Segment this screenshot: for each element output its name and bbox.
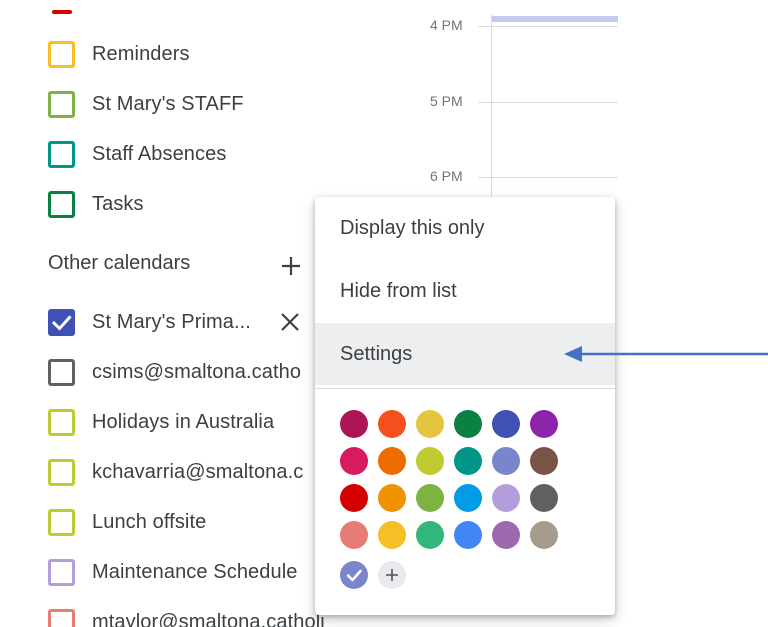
time-label-4pm: 4 PM	[430, 17, 463, 33]
color-swatch-sage[interactable]	[416, 521, 444, 549]
calendar-sidebar-screen: Reminders St Mary's STAFF Staff Absences…	[0, 0, 768, 627]
color-swatch-selected[interactable]	[340, 561, 368, 589]
color-swatch-banana[interactable]	[378, 521, 406, 549]
calendar-checkbox[interactable]	[48, 358, 75, 386]
calendar-label: Maintenance Schedule	[92, 560, 298, 583]
menu-item-hide-from-list[interactable]: Hide from list	[315, 260, 615, 322]
hour-gridline	[478, 26, 618, 27]
calendar-checkbox[interactable]	[48, 90, 75, 118]
color-swatch-eucalyptus[interactable]	[454, 447, 482, 475]
hour-gridline	[478, 177, 618, 178]
calendar-item-csims[interactable]: csims@smaltona.catho	[48, 355, 301, 389]
checkmark-icon	[346, 569, 362, 582]
calendar-label: Reminders	[92, 42, 190, 65]
calendar-label: csims@smaltona.catho	[92, 360, 302, 383]
color-swatch-cobalt[interactable]	[454, 521, 482, 549]
calendar-checkbox[interactable]	[48, 458, 75, 486]
calendar-options-menu: Display this only Hide from list Setting…	[315, 197, 615, 615]
color-swatch-basil[interactable]	[454, 410, 482, 438]
calendar-label: Holidays in Australia	[92, 410, 275, 433]
color-swatch-radicchio[interactable]	[340, 410, 368, 438]
color-swatch-citron[interactable]	[416, 410, 444, 438]
plus-icon	[282, 257, 300, 275]
calendar-label: Tasks	[92, 192, 144, 215]
color-swatch-lavender[interactable]	[492, 447, 520, 475]
calendar-label: kchavarria@smaltona.c	[92, 460, 304, 483]
other-calendars-title: Other calendars	[48, 252, 191, 274]
add-other-calendar-button[interactable]	[278, 252, 304, 280]
close-icon	[281, 313, 299, 331]
color-swatch-birch[interactable]	[530, 521, 558, 549]
calendar-item-maintenance-schedule[interactable]: Maintenance Schedule	[48, 555, 297, 589]
calendar-label: St Mary's Prima...	[92, 310, 251, 333]
calendar-checkbox[interactable]	[48, 40, 75, 68]
color-swatch-avocado[interactable]	[416, 447, 444, 475]
calendar-item-kchavarria[interactable]: kchavarria@smaltona.c	[48, 455, 303, 489]
calendar-item-holidays-in-australia[interactable]: Holidays in Australia	[48, 405, 274, 439]
plus-icon	[386, 569, 398, 581]
calendar-item-tasks[interactable]: Tasks	[48, 187, 144, 221]
color-swatch-wisteria[interactable]	[492, 484, 520, 512]
color-swatch-cocoa[interactable]	[530, 447, 558, 475]
color-swatch-pistachio[interactable]	[416, 484, 444, 512]
calendar-checkbox[interactable]	[48, 190, 75, 218]
annotation-arrow	[564, 346, 768, 362]
color-swatch-flamingo[interactable]	[340, 521, 368, 549]
calendar-event[interactable]	[492, 16, 618, 22]
color-swatch-amethyst[interactable]	[492, 521, 520, 549]
color-swatch-grape[interactable]	[530, 410, 558, 438]
calendar-label: mtaylor@smaltona.catholi	[92, 610, 325, 627]
calendar-checkbox[interactable]	[48, 558, 75, 586]
color-swatch-pumpkin[interactable]	[378, 447, 406, 475]
color-swatch-tangerine[interactable]	[378, 410, 406, 438]
menu-item-display-this-only[interactable]: Display this only	[315, 197, 615, 259]
calendar-checkbox[interactable]	[48, 140, 75, 168]
calendar-checkbox[interactable]	[48, 608, 75, 627]
calendar-item-lunch-offsite[interactable]: Lunch offsite	[48, 505, 206, 539]
color-swatch-mango[interactable]	[378, 484, 406, 512]
color-swatch-peacock[interactable]	[454, 484, 482, 512]
calendar-item-mtaylor[interactable]: mtaylor@smaltona.catholi	[48, 605, 325, 627]
time-label-6pm: 6 PM	[430, 168, 463, 184]
calendar-label: Lunch offsite	[92, 510, 207, 533]
checkmark-icon	[51, 314, 72, 331]
day-column-divider	[491, 14, 492, 214]
color-swatch-blueberry[interactable]	[492, 410, 520, 438]
color-swatch-graphite[interactable]	[530, 484, 558, 512]
time-label-5pm: 5 PM	[430, 93, 463, 109]
calendar-label: Staff Absences	[92, 142, 227, 165]
calendar-checkbox[interactable]	[48, 408, 75, 436]
color-swatch-cherry-blossom[interactable]	[340, 447, 368, 475]
calendar-checkbox[interactable]	[48, 308, 75, 336]
hour-gridline	[478, 102, 618, 103]
calendar-item-reminders[interactable]: Reminders	[48, 37, 190, 71]
menu-divider	[315, 388, 615, 389]
remove-calendar-button[interactable]	[277, 309, 303, 335]
calendar-item-staff-absences[interactable]: Staff Absences	[48, 137, 226, 171]
calendar-checkbox[interactable]	[48, 508, 75, 536]
calendar-item-st-marys-primary[interactable]: St Mary's Prima...	[48, 305, 251, 339]
calendar-color-stub	[52, 10, 72, 14]
color-swatch-tomato[interactable]	[340, 484, 368, 512]
calendar-label: St Mary's STAFF	[92, 92, 244, 115]
calendar-item-st-marys-staff[interactable]: St Mary's STAFF	[48, 87, 244, 121]
add-custom-color-button[interactable]	[378, 561, 406, 589]
